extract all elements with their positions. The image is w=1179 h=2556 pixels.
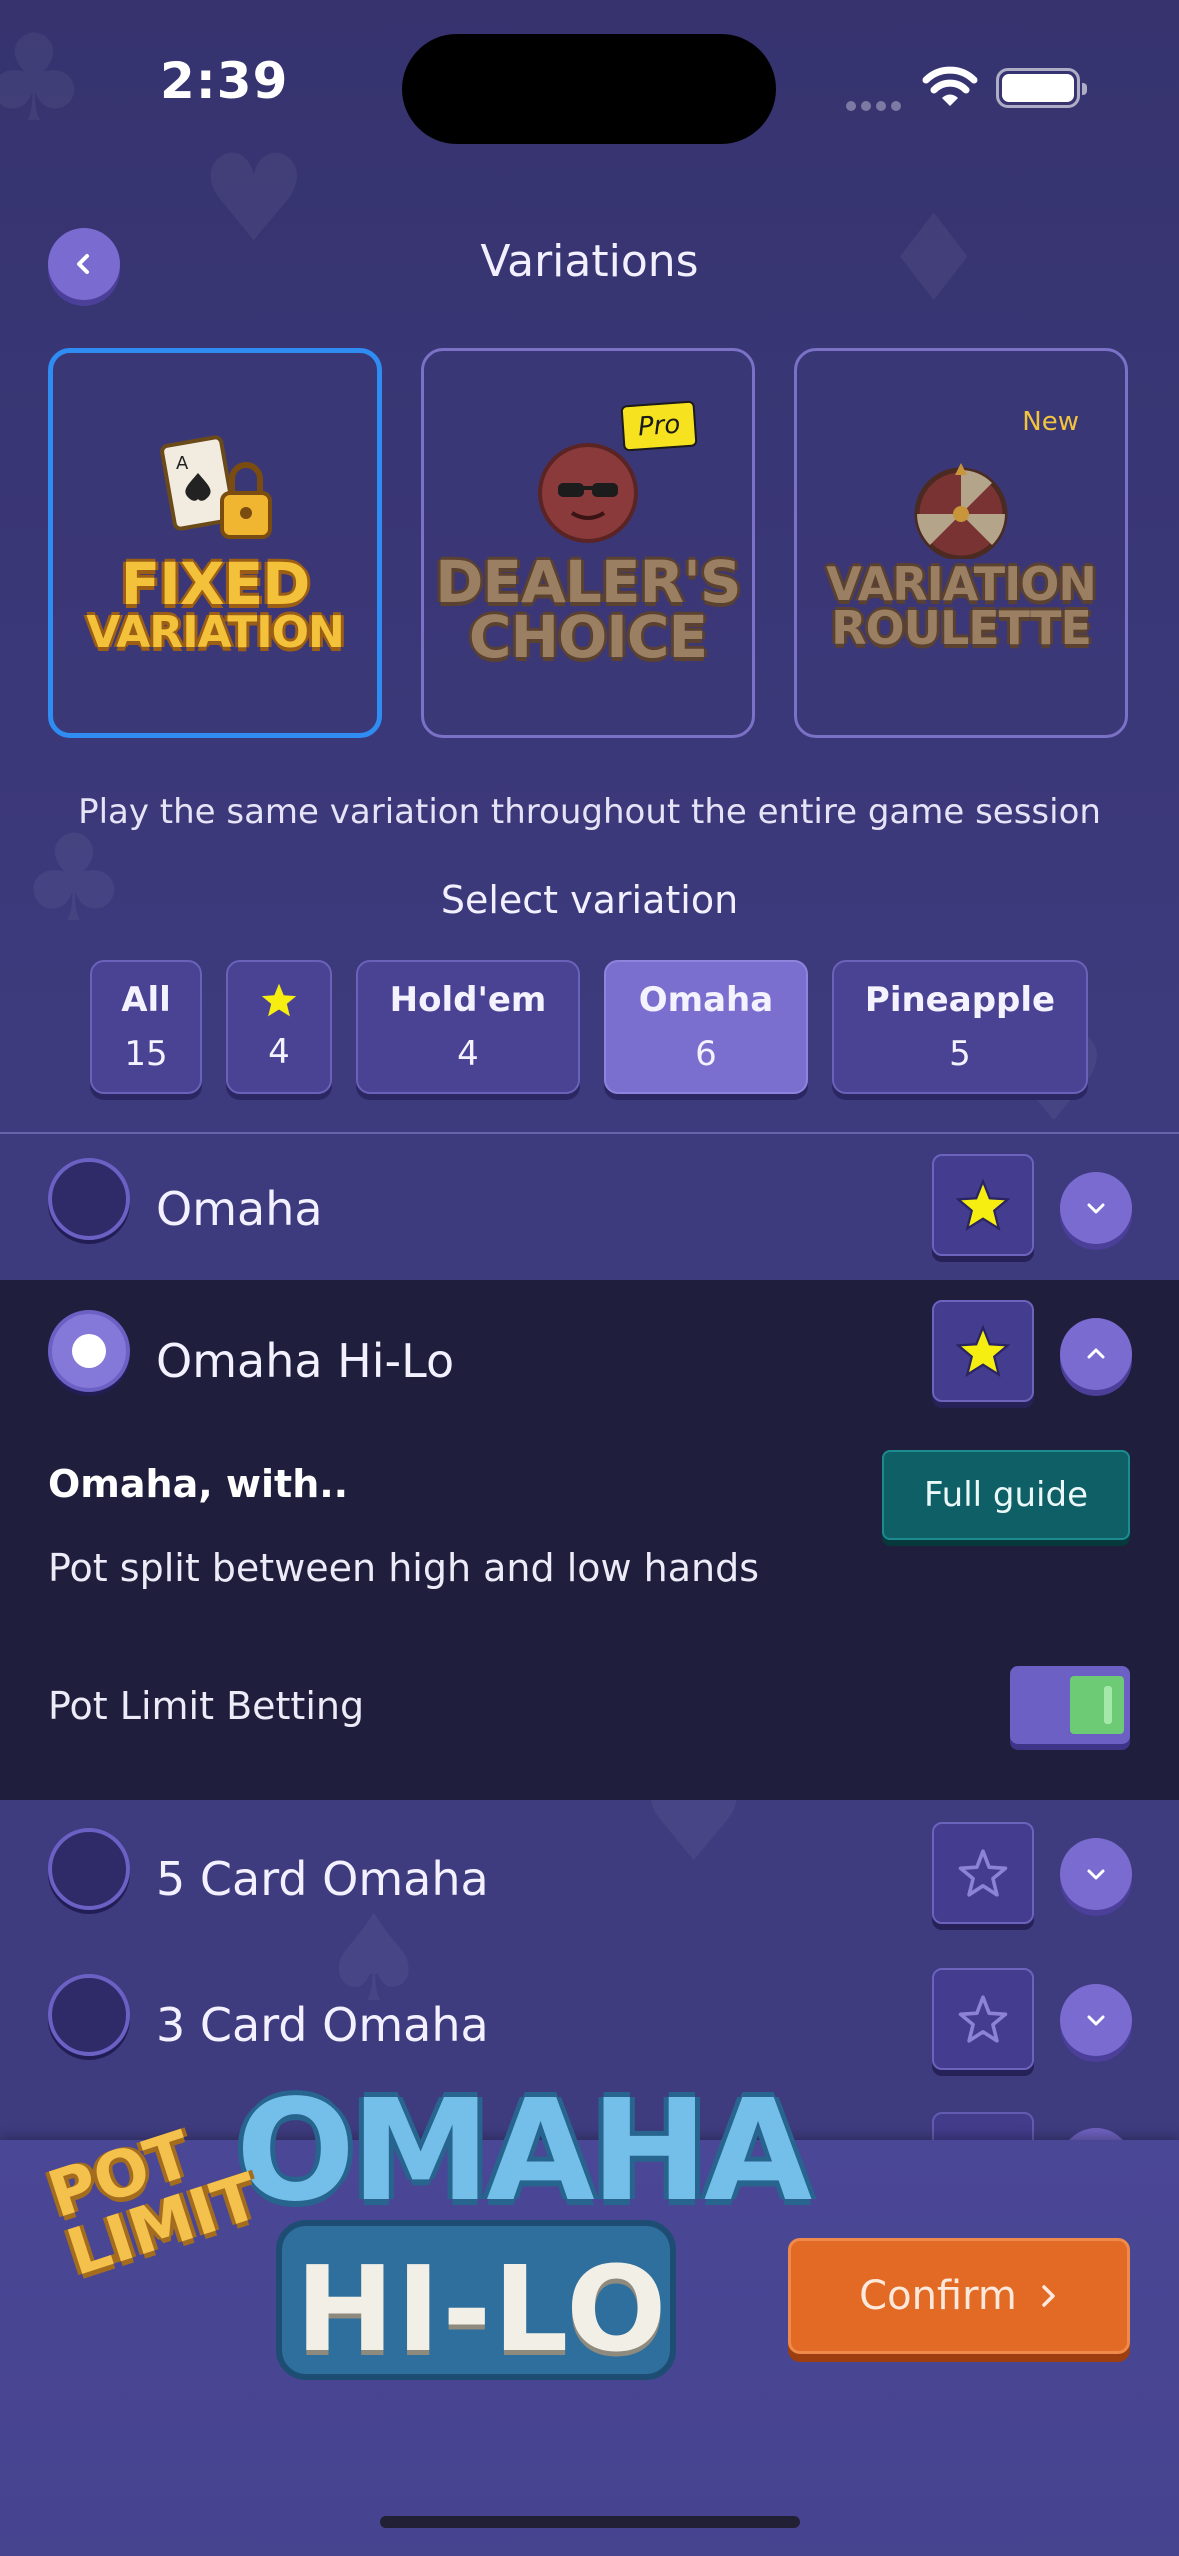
chevron-down-icon [1087,2015,1105,2026]
logo-hilo-box: HI-LO [276,2220,676,2380]
wifi-icon [922,66,978,106]
filter-tab-label: Omaha [638,980,774,1020]
details-title: Omaha, with.. [48,1462,349,1506]
radio-button-selected[interactable] [48,1310,130,1392]
filter-tab-label: All [121,980,171,1020]
roulette-wheel-icon [914,463,1008,561]
logo-hilo-text: HI-LO [295,2240,669,2378]
confirm-label: Confirm [859,2273,1017,2319]
chevron-down-icon [1087,1869,1105,1880]
filter-tab-label: Hold'em [389,980,547,1020]
radio-button[interactable] [48,1974,130,2056]
radio-button[interactable] [48,1158,130,1240]
confirm-button[interactable]: Confirm [788,2238,1130,2354]
variation-name: Omaha Hi-Lo [156,1334,455,1388]
star-icon [261,983,297,1017]
filter-tab-favorites[interactable]: 4 [226,960,332,1094]
svg-text:A: A [176,453,189,474]
pot-limit-toggle[interactable] [1010,1666,1130,1744]
star-outline-icon [958,1849,1008,1897]
full-guide-button[interactable]: Full guide [882,1450,1130,1540]
status-bar: 2:39 [0,0,1179,150]
mode-title-line2: ROULETTE [831,601,1092,655]
star-filled-icon [956,1179,1010,1231]
filter-tab-pineapple[interactable]: Pineapple 5 [832,960,1088,1094]
variation-name: 3 Card Omaha [156,1998,489,2052]
radio-button[interactable] [48,1828,130,1910]
pot-limit-label: Pot Limit Betting [48,1684,365,1728]
select-variation-heading: Select variation [440,878,739,922]
variation-name: Omaha [156,1182,323,1236]
expand-button[interactable] [1060,1172,1132,1244]
battery-icon [996,68,1087,108]
filter-tab-omaha[interactable]: Omaha 6 [604,960,808,1094]
star-outline-icon [958,1995,1008,2043]
favorite-button[interactable] [932,1300,1034,1402]
filter-tab-count: 15 [124,1034,168,1074]
filter-tab-count: 4 [268,1032,290,1072]
favorite-button[interactable] [932,1822,1034,1924]
variation-logo: OMAHA HI-LO [236,2070,812,2380]
mode-title-line2: VARIATION [86,606,345,658]
filter-tab-count: 6 [695,1034,717,1074]
variation-row[interactable]: Omaha [0,1134,1179,1280]
variation-row-expanded[interactable]: Omaha Hi-Lo Omaha, with.. Full guide Pot… [0,1280,1179,1800]
variation-name: 5 Card Omaha [156,1852,489,1906]
expand-button[interactable] [1060,1838,1132,1910]
expand-button[interactable] [1060,1984,1132,2056]
chevron-up-icon [1087,1348,1105,1359]
filter-tab-count: 4 [457,1034,479,1074]
filter-tab-all[interactable]: All 15 [90,960,202,1094]
mode-title-line1: DEALER'S [435,547,741,616]
status-time: 2:39 [160,52,289,110]
pro-badge: Pro [620,400,698,452]
mode-title-line1: FIXED [120,549,311,618]
mode-card-variation-roulette[interactable]: VARIATION ROULETTE New [794,348,1128,738]
filter-tab-holdem[interactable]: Hold'em 4 [356,960,580,1094]
signal-icon [846,96,906,111]
favorite-button[interactable] [932,1154,1034,1256]
details-text: Pot split between high and low hands [48,1546,760,1590]
chevron-down-icon [1087,1203,1105,1214]
favorite-button[interactable] [932,1968,1034,2070]
card-lock-icon: A [160,434,272,539]
mode-title-line2: CHOICE [468,603,708,671]
toggle-knob [1070,1676,1124,1734]
chevron-right-icon [1042,2285,1055,2307]
filter-tab-label: Pineapple [864,980,1056,1020]
home-indicator[interactable] [380,2516,800,2528]
filter-tab-count: 5 [949,1034,971,1074]
variation-row[interactable]: 5 Card Omaha [0,1800,1179,1946]
dynamic-island [402,34,776,144]
star-filled-icon [956,1325,1010,1377]
mode-card-dealers-choice[interactable]: DEALER'S CHOICE Pro [421,348,755,738]
new-badge: New [1022,407,1079,437]
mode-card-fixed-variation[interactable]: A FIXED VARIATION [48,348,382,738]
page-title: Variations [480,236,699,287]
mode-description: Play the same variation throughout the e… [78,792,1101,832]
collapse-button[interactable] [1060,1318,1132,1390]
logo-omaha-text: OMAHA [236,2070,812,2233]
dealer-chip-icon [537,442,638,543]
